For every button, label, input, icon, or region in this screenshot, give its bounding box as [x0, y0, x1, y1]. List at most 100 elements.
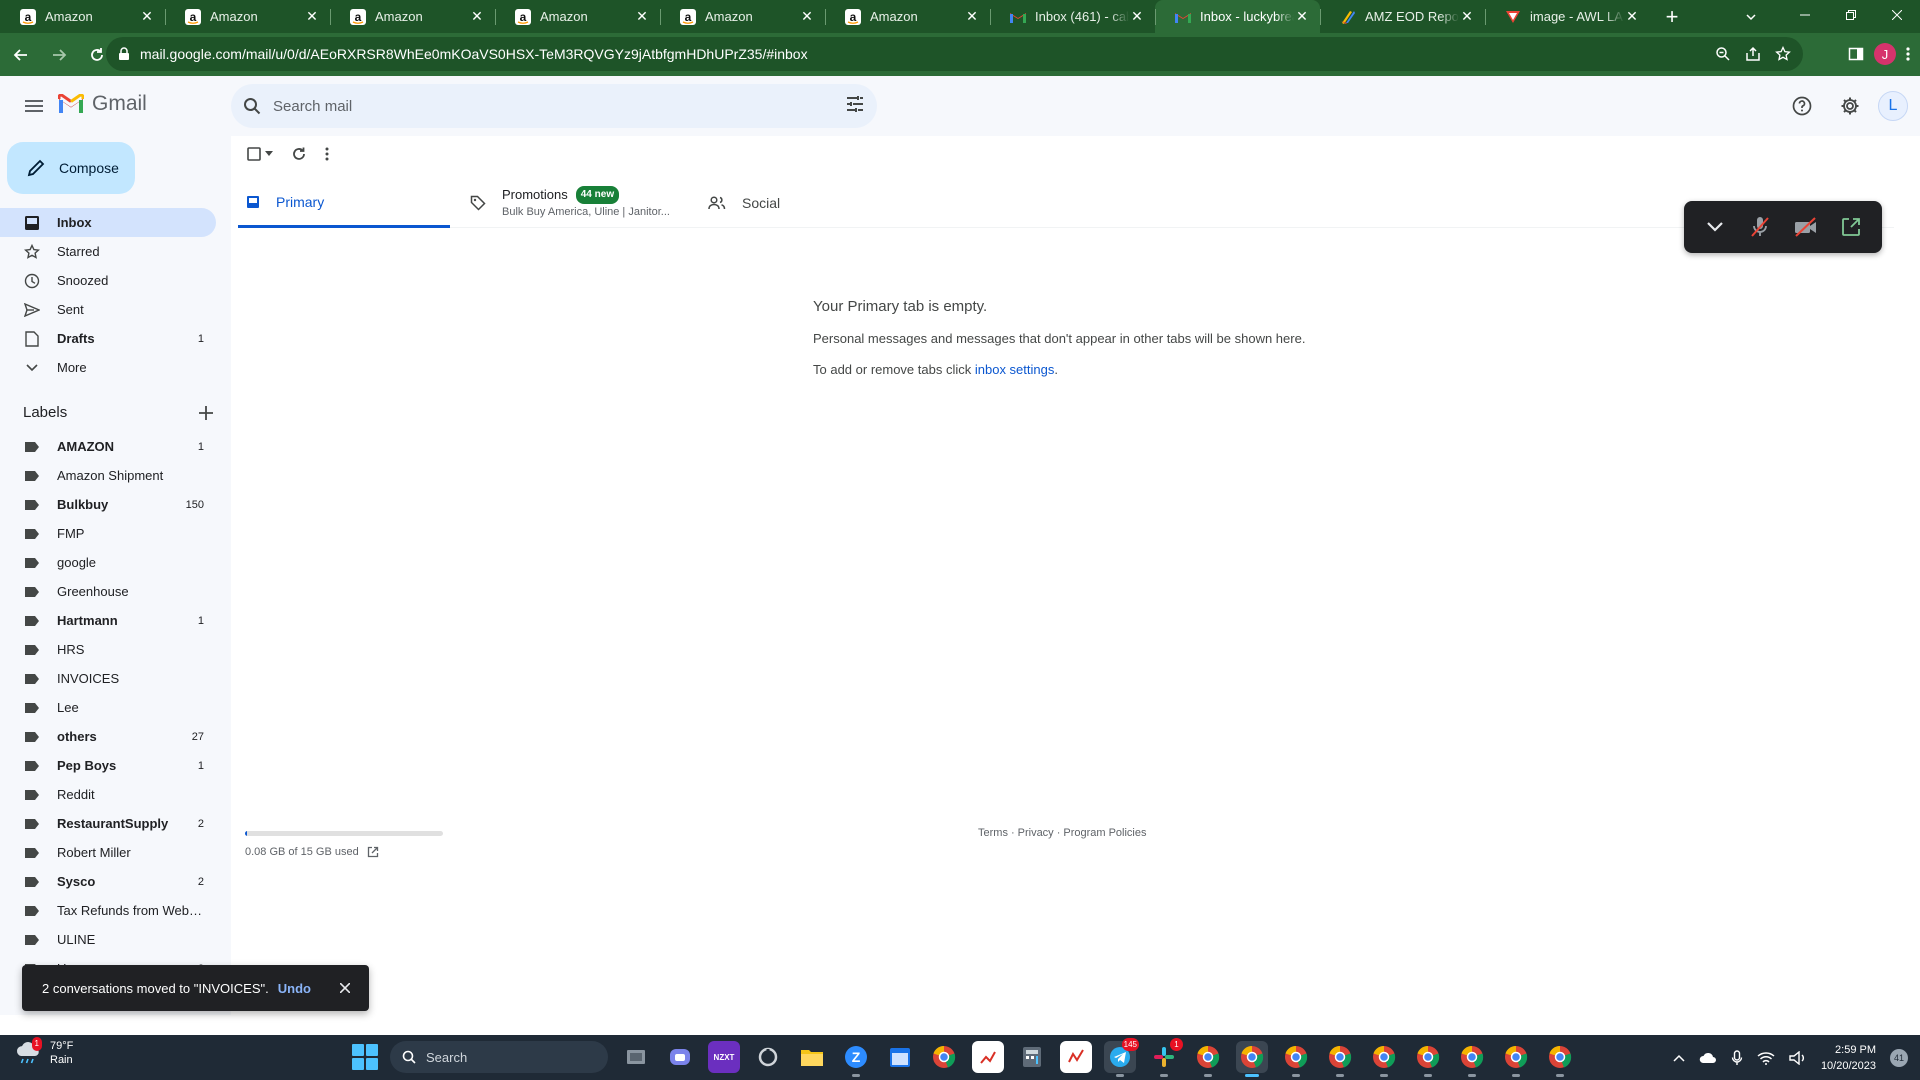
chrome-profile-icon[interactable] [928, 1041, 960, 1073]
camera-button[interactable] [1788, 209, 1824, 245]
main-menu-button[interactable] [16, 88, 52, 124]
compose-button[interactable]: Compose [7, 142, 135, 194]
chrome-profile-icon[interactable] [1500, 1041, 1532, 1077]
close-tab-icon[interactable]: ✕ [799, 8, 815, 25]
calculator-icon[interactable] [1016, 1041, 1048, 1073]
label-item[interactable]: Tax Refunds from Webst... [0, 896, 216, 925]
tool-app-icon[interactable] [752, 1041, 784, 1073]
browser-tab[interactable]: a Amazon ✕ [0, 0, 165, 33]
settings-button[interactable] [1830, 86, 1870, 126]
close-tab-icon[interactable]: ✕ [139, 8, 155, 25]
back-button[interactable] [4, 38, 38, 72]
more-options-icon[interactable] [325, 147, 329, 161]
program-policies-link[interactable]: Program Policies [1063, 827, 1146, 839]
label-item[interactable]: others 27 [0, 722, 216, 751]
chrome-profile-icon[interactable] [1192, 1041, 1224, 1077]
label-item[interactable]: Hartmann 1 [0, 606, 216, 635]
undo-button[interactable]: Undo [278, 981, 311, 996]
browser-tab[interactable]: image - AWL LABE✕ [1485, 0, 1650, 33]
onedrive-cloud-icon[interactable] [1699, 1052, 1717, 1064]
snackbar-close-button[interactable] [335, 983, 355, 993]
address-bar[interactable]: mail.google.com/mail/u/0/d/AEoRXRSR8WhEe… [106, 37, 1803, 71]
open-call-button[interactable] [1833, 209, 1869, 245]
slack-icon[interactable]: 1 [1148, 1038, 1183, 1077]
search-input[interactable] [273, 97, 833, 115]
calendar-app-icon[interactable] [884, 1041, 916, 1073]
privacy-link[interactable]: Privacy [1018, 827, 1054, 839]
zoom-app-icon[interactable]: Z [840, 1041, 872, 1077]
nav-item-sent[interactable]: Sent [0, 295, 216, 324]
minimize-button[interactable] [1782, 0, 1828, 30]
label-item[interactable]: Sysco 2 [0, 867, 216, 896]
browser-tab[interactable]: a Amazon ✕ [495, 0, 660, 33]
chrome-profile-icon[interactable] [1544, 1041, 1576, 1077]
nzxt-cam-icon[interactable]: NZXT [708, 1041, 740, 1073]
chrome-profile-icon[interactable] [1280, 1041, 1312, 1077]
label-item[interactable]: Reddit [0, 780, 216, 809]
account-avatar[interactable]: L [1878, 91, 1908, 121]
chrome-profile-icon[interactable] [1412, 1041, 1444, 1077]
label-item[interactable]: AMAZON 1 [0, 432, 216, 461]
chevron-up-icon[interactable] [1673, 1054, 1685, 1062]
microphone-icon[interactable] [1731, 1049, 1743, 1066]
label-item[interactable]: INVOICES [0, 664, 216, 693]
label-item[interactable]: Pep Boys 1 [0, 751, 216, 780]
browser-tab[interactable]: Inbox - luckybreak✕ [1155, 0, 1320, 33]
close-tab-icon[interactable]: ✕ [469, 8, 485, 25]
browser-profile-avatar[interactable]: J [1874, 43, 1896, 65]
chrome-profile-icon[interactable] [1324, 1041, 1356, 1077]
bookmark-star-icon[interactable] [1775, 46, 1791, 62]
label-item[interactable]: HRS [0, 635, 216, 664]
nav-item-snoozed[interactable]: Snoozed [0, 266, 216, 295]
support-button[interactable] [1782, 86, 1822, 126]
file-explorer-icon[interactable] [796, 1041, 828, 1073]
browser-tab[interactable]: a Amazon ✕ [660, 0, 825, 33]
stock-app-2-icon[interactable] [1060, 1041, 1092, 1073]
browser-tab[interactable]: a Amazon ✕ [825, 0, 990, 33]
open-external-icon[interactable] [367, 846, 379, 858]
label-item[interactable]: Amazon Shipment [0, 461, 216, 490]
side-panel-icon[interactable] [1848, 46, 1864, 62]
collapse-call-button[interactable] [1697, 209, 1733, 245]
clock[interactable]: 2:59 PM 10/20/2023 [1821, 1042, 1876, 1074]
nav-item-inbox[interactable]: Inbox [0, 208, 216, 237]
close-tab-icon[interactable]: ✕ [1129, 8, 1145, 25]
share-icon[interactable] [1745, 46, 1761, 62]
tab-primary[interactable]: Primary [238, 178, 450, 228]
telegram-icon[interactable]: 145 [1104, 1038, 1139, 1077]
label-item[interactable]: FMP [0, 519, 216, 548]
chrome-profile-icon[interactable] [1456, 1041, 1488, 1077]
teams-chat-icon[interactable] [664, 1041, 696, 1073]
nav-item-starred[interactable]: Starred [0, 237, 216, 266]
label-item[interactable]: RestaurantSupply 2 [0, 809, 216, 838]
restore-button[interactable] [1828, 0, 1874, 30]
close-window-button[interactable] [1874, 0, 1920, 30]
close-tab-icon[interactable]: ✕ [304, 8, 320, 25]
nav-item-drafts[interactable]: Drafts 1 [0, 324, 216, 353]
add-label-icon[interactable] [199, 405, 213, 420]
zoom-icon[interactable] [1715, 46, 1731, 62]
more-vert-icon[interactable] [1906, 46, 1910, 62]
terms-link[interactable]: Terms [978, 827, 1008, 839]
search-options-icon[interactable] [845, 94, 865, 114]
stock-app-icon[interactable] [972, 1041, 1004, 1073]
search-bar[interactable] [231, 84, 877, 128]
browser-tab[interactable]: AMZ EOD Report ✕ [1320, 0, 1485, 33]
tab-promotions[interactable]: Promotions 44 new Bulk Buy America, Ulin… [470, 178, 690, 228]
select-checkbox[interactable] [247, 147, 273, 161]
gmail-logo[interactable]: Gmail [58, 92, 147, 116]
mute-button[interactable] [1742, 209, 1778, 245]
close-tab-icon[interactable]: ✕ [1459, 8, 1475, 25]
browser-tab[interactable]: a Amazon ✕ [330, 0, 495, 33]
notification-count-badge[interactable]: 41 [1890, 1048, 1908, 1067]
label-item[interactable]: Greenhouse [0, 577, 216, 606]
start-button[interactable] [352, 1044, 378, 1070]
browser-tab[interactable]: a Amazon ✕ [165, 0, 330, 33]
browser-tab[interactable]: Inbox (461) - cabi ✕ [990, 0, 1155, 33]
tab-search-button[interactable] [1737, 4, 1765, 30]
nav-item-more[interactable]: More [0, 353, 216, 382]
label-item[interactable]: Robert Miller [0, 838, 216, 867]
label-item[interactable]: Lee [0, 693, 216, 722]
weather-widget[interactable]: 1 79°F Rain [14, 1037, 73, 1067]
tab-social[interactable]: Social [708, 178, 908, 228]
